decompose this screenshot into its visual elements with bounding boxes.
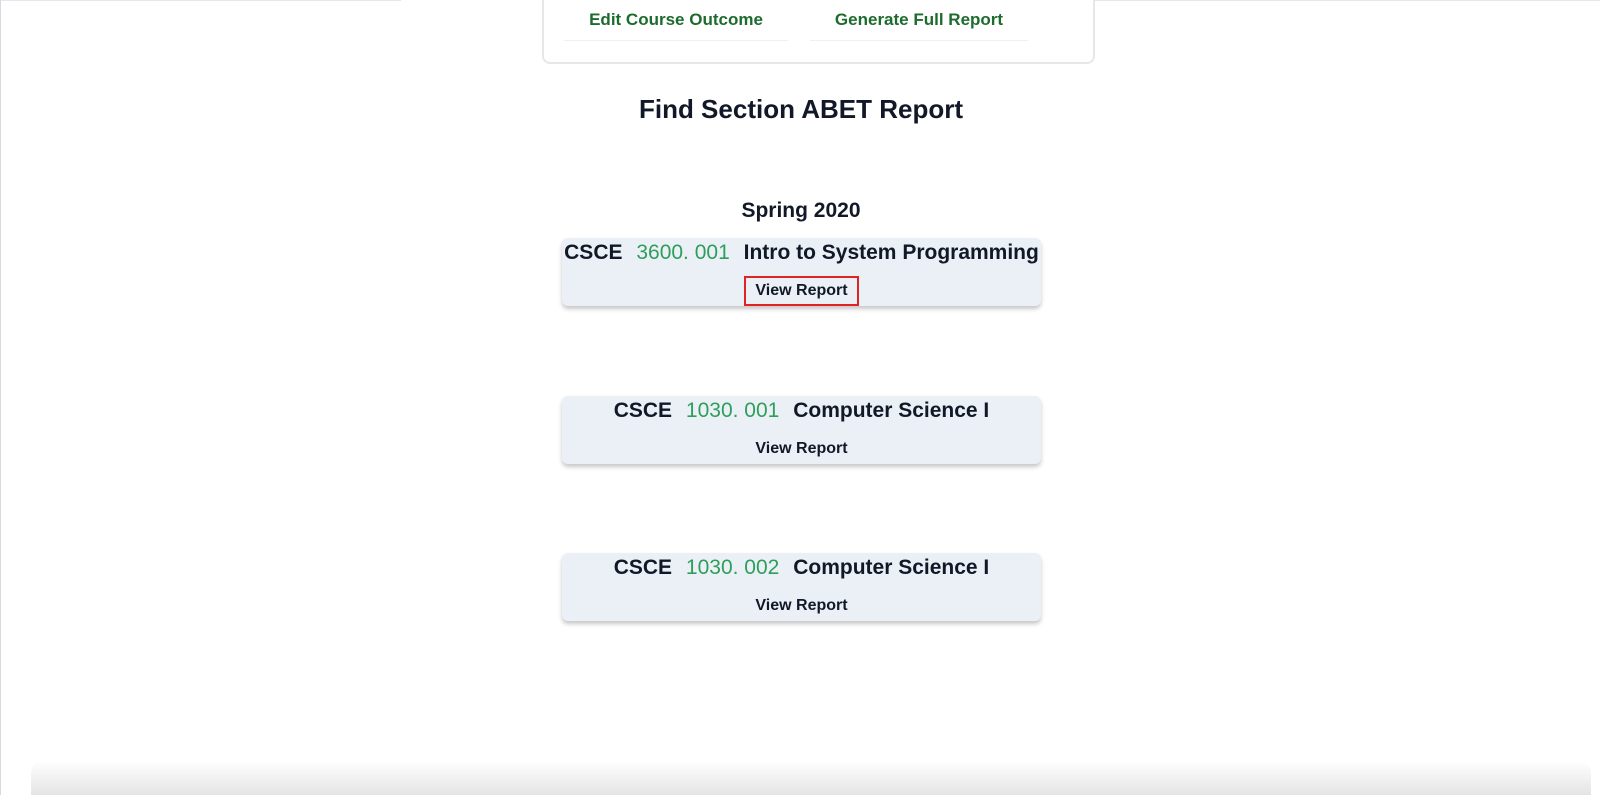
course-name: Intro to System Programming bbox=[743, 241, 1039, 264]
page-title: Find Section ABET Report bbox=[638, 94, 964, 124]
course-dept: CSCE bbox=[613, 399, 673, 422]
semester-heading: Spring 2020 bbox=[741, 199, 861, 222]
view-report-button[interactable]: View Report bbox=[562, 591, 1041, 621]
course-title: CSCE 1030. 002 Computer Science I bbox=[562, 556, 1041, 580]
course-title: CSCE 1030. 001 Computer Science I bbox=[562, 399, 1041, 423]
view-report-label: View Report bbox=[755, 440, 848, 457]
course-number: 1030. 002 bbox=[685, 556, 780, 579]
course-number: 1030. 001 bbox=[685, 399, 780, 422]
view-report-button[interactable]: View Report bbox=[562, 276, 1041, 306]
course-dept: CSCE bbox=[613, 556, 673, 579]
edit-course-outcome-link[interactable]: Edit Course Outcome bbox=[564, 0, 788, 41]
section-card: CSCE 1030. 001 Computer Science I View R… bbox=[562, 396, 1041, 464]
bottom-shadow bbox=[31, 761, 1591, 795]
view-report-label: View Report bbox=[744, 276, 859, 306]
view-report-button[interactable]: View Report bbox=[562, 434, 1041, 464]
section-card: CSCE 3600. 001 Intro to System Programmi… bbox=[562, 238, 1041, 306]
course-name: Computer Science I bbox=[793, 399, 990, 422]
page: Edit Course Outcome Generate Full Report… bbox=[0, 0, 1600, 795]
report-actions-card: Edit Course Outcome Generate Full Report bbox=[542, 0, 1095, 64]
top-divider-right bbox=[1081, 0, 1600, 1]
section-card: CSCE 1030. 002 Computer Science I View R… bbox=[562, 553, 1041, 621]
course-title: CSCE 3600. 001 Intro to System Programmi… bbox=[562, 241, 1041, 265]
generate-full-report-link[interactable]: Generate Full Report bbox=[810, 0, 1028, 41]
top-divider-left bbox=[1, 0, 401, 1]
course-name: Computer Science I bbox=[793, 556, 990, 579]
course-number: 3600. 001 bbox=[636, 241, 730, 264]
course-dept: CSCE bbox=[564, 241, 623, 264]
view-report-label: View Report bbox=[755, 597, 848, 614]
